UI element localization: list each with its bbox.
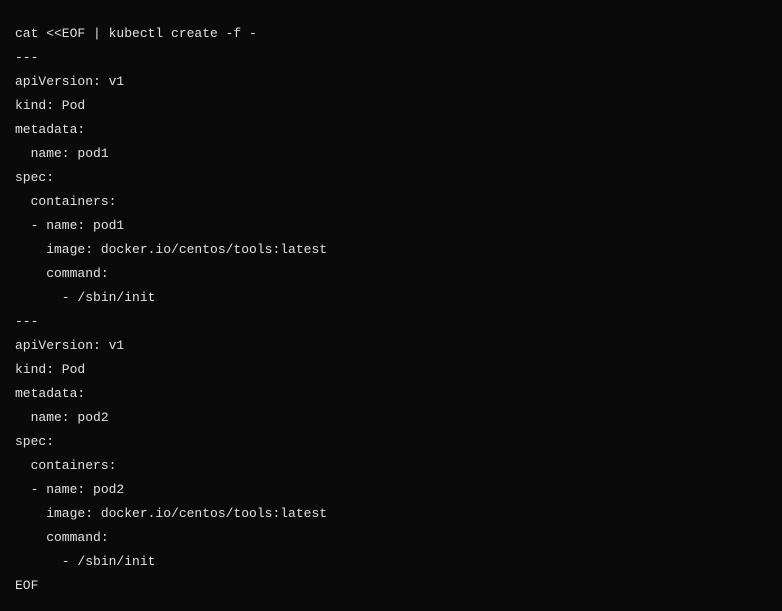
code-line: - /sbin/init bbox=[15, 550, 767, 574]
code-line: containers: bbox=[15, 454, 767, 478]
code-line: name: pod1 bbox=[15, 142, 767, 166]
code-line: - name: pod1 bbox=[15, 214, 767, 238]
code-line: image: docker.io/centos/tools:latest bbox=[15, 238, 767, 262]
code-line: apiVersion: v1 bbox=[15, 70, 767, 94]
code-line: name: pod2 bbox=[15, 406, 767, 430]
code-line: kind: Pod bbox=[15, 358, 767, 382]
code-line: spec: bbox=[15, 166, 767, 190]
code-line: command: bbox=[15, 526, 767, 550]
code-block[interactable]: cat <<EOF | kubectl create -f ----apiVer… bbox=[15, 22, 767, 598]
code-line: command: bbox=[15, 262, 767, 286]
code-line: --- bbox=[15, 310, 767, 334]
code-line: image: docker.io/centos/tools:latest bbox=[15, 502, 767, 526]
code-line: apiVersion: v1 bbox=[15, 334, 767, 358]
code-line: metadata: bbox=[15, 382, 767, 406]
code-line: - /sbin/init bbox=[15, 286, 767, 310]
code-line: cat <<EOF | kubectl create -f - bbox=[15, 22, 767, 46]
code-line: kind: Pod bbox=[15, 94, 767, 118]
code-line: containers: bbox=[15, 190, 767, 214]
code-line: spec: bbox=[15, 430, 767, 454]
code-line: metadata: bbox=[15, 118, 767, 142]
code-line: - name: pod2 bbox=[15, 478, 767, 502]
code-line: --- bbox=[15, 46, 767, 70]
code-line: EOF bbox=[15, 574, 767, 598]
